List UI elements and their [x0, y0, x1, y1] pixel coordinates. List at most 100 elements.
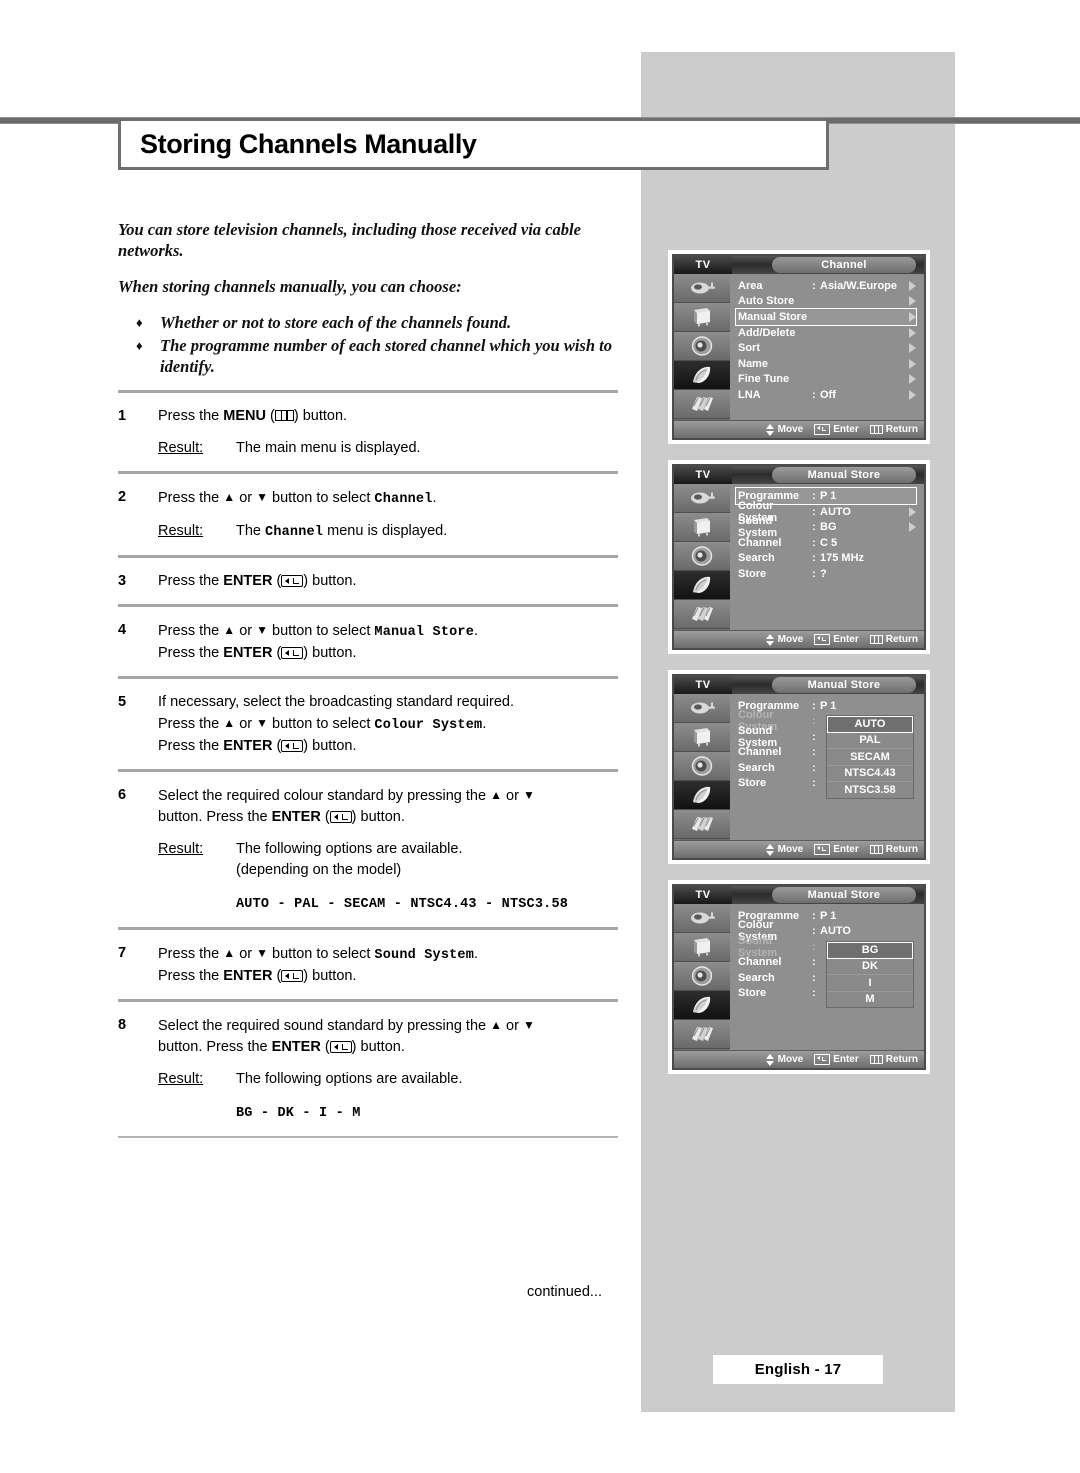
osd-dropdown[interactable]: BG DK I M: [826, 941, 914, 1008]
step-item: 6 Select the required colour standard by…: [118, 772, 618, 927]
osd-row-label: Channel: [738, 536, 782, 549]
setup-icon[interactable]: [674, 361, 730, 390]
pc-icon[interactable]: [674, 1020, 730, 1049]
osd-footer-move[interactable]: Move: [765, 633, 803, 646]
pc-icon[interactable]: [674, 600, 730, 629]
osd-row[interactable]: Search:175 MHz: [738, 551, 916, 567]
osd-row-label: Fine Tune: [738, 373, 790, 386]
osd-row[interactable]: Name: [738, 356, 916, 372]
osd-row-label: Store: [738, 987, 767, 1000]
osd-footer-return[interactable]: Return: [869, 844, 918, 855]
chevron-right-icon: [909, 374, 916, 385]
osd-footer-enter[interactable]: Enter: [814, 424, 859, 435]
osd-footer-move[interactable]: Move: [765, 1053, 803, 1066]
antenna-icon[interactable]: [674, 484, 730, 513]
step-text: Press the: [158, 645, 224, 661]
osd-screenshot-manual-store-sound: TV Manual Store Programme: P 1 Colour System…: [668, 880, 930, 1074]
step-text-end: ) button.: [303, 738, 357, 754]
osd-tab-title: Manual Store: [772, 887, 916, 903]
enter-key-icon: [814, 1054, 831, 1065]
chevron-right-icon: [909, 389, 916, 400]
step-text-end: ) button.: [351, 1039, 405, 1055]
sound-icon[interactable]: [674, 962, 730, 991]
osd-footer-move[interactable]: Move: [765, 423, 803, 436]
sound-icon[interactable]: [674, 542, 730, 571]
step-text: button. Press the: [158, 809, 272, 825]
osd-row-colon: :: [812, 567, 816, 580]
picture-icon[interactable]: [674, 723, 730, 752]
antenna-icon[interactable]: [674, 694, 730, 723]
enter-key-icon: [814, 634, 831, 645]
osd-row[interactable]: LNA: Off: [738, 387, 916, 403]
osd-row-label: Sort: [738, 342, 760, 355]
step-item: 7 Press the ▲ or ▼ button to select Soun…: [118, 930, 618, 999]
dropdown-option[interactable]: BG: [827, 942, 913, 959]
osd-tab-wrap: Manual Store: [732, 886, 924, 904]
osd-screenshot-manual-store-base: TV Manual Store Programme: P 1 Colour System…: [668, 460, 930, 654]
osd-footer-enter[interactable]: Enter: [814, 844, 859, 855]
key-label: ENTER: [223, 645, 273, 661]
osd-dropdown[interactable]: AUTO PAL SECAM NTSC4.43 NTSC3.58: [826, 715, 914, 799]
dropdown-option[interactable]: NTSC4.43: [827, 766, 913, 782]
osd-row-value: Asia/W.Europe: [820, 279, 898, 292]
step-item: 5 If necessary, select the broadcasting …: [118, 679, 618, 769]
dropdown-option[interactable]: DK: [827, 959, 913, 975]
osd-row[interactable]: Manual Store: [735, 308, 917, 326]
intro-bullet-item: ♦ The programme number of each stored ch…: [118, 335, 618, 377]
setup-icon[interactable]: [674, 571, 730, 600]
osd-item-list: Programme: P 1 Colour System: AUTO Sound Sys…: [730, 904, 924, 1050]
step-number: 2: [118, 489, 127, 505]
menu-target-label: Manual Store: [374, 625, 475, 640]
step-text: Press the: [158, 408, 224, 424]
picture-icon[interactable]: [674, 513, 730, 542]
step-text-post: button to select: [268, 946, 375, 962]
antenna-icon[interactable]: [674, 274, 730, 303]
osd-row[interactable]: Channel: C 5: [738, 535, 916, 551]
chevron-right-icon: [909, 280, 916, 291]
osd-row-value: P 1: [820, 909, 837, 922]
steps-list: 1 Press the MENU () button. Result: The …: [118, 390, 618, 1138]
osd-row-colon: :: [812, 279, 816, 292]
antenna-icon[interactable]: [674, 904, 730, 933]
osd-footer-move[interactable]: Move: [765, 843, 803, 856]
menu-key-icon: [869, 425, 883, 434]
pc-icon[interactable]: [674, 810, 730, 839]
step-text-end: ) button.: [293, 408, 348, 424]
step-text: Press the: [158, 716, 224, 732]
dropdown-option[interactable]: NTSC3.58: [827, 782, 913, 798]
osd-row[interactable]: Sound System: BG: [738, 515, 916, 539]
dropdown-option[interactable]: PAL: [827, 733, 913, 749]
osd-row-colon: :: [812, 746, 816, 759]
step-text-mid: or: [235, 623, 257, 639]
chevron-right-icon: [909, 296, 916, 307]
dropdown-option[interactable]: M: [827, 992, 913, 1008]
osd-row[interactable]: Area: Asia/W.Europe: [738, 278, 916, 294]
dropdown-option[interactable]: I: [827, 975, 913, 992]
osd-footer-return[interactable]: Return: [869, 1054, 918, 1065]
osd-row[interactable]: Store:?: [738, 566, 916, 582]
osd-row[interactable]: Fine Tune: [738, 372, 916, 388]
setup-icon[interactable]: [674, 991, 730, 1020]
pc-icon[interactable]: [674, 390, 730, 419]
sound-icon[interactable]: [674, 332, 730, 361]
osd-footer-return[interactable]: Return: [869, 424, 918, 435]
osd-row[interactable]: Add/Delete: [738, 325, 916, 341]
osd-icon-column: [674, 694, 730, 840]
dropdown-option[interactable]: SECAM: [827, 749, 913, 766]
osd-row[interactable]: Sort: [738, 341, 916, 357]
osd-footer-enter[interactable]: Enter: [814, 634, 859, 645]
arrow-down-icon: ▼: [256, 623, 269, 637]
osd-footer-enter[interactable]: Enter: [814, 1054, 859, 1065]
dropdown-option[interactable]: AUTO: [827, 716, 913, 733]
setup-icon[interactable]: [674, 781, 730, 810]
osd-item-list: Programme: P 1 Colour System: Sound System:…: [730, 694, 924, 840]
osd-row-colon: :: [812, 490, 816, 502]
sound-icon[interactable]: [674, 752, 730, 781]
osd-footer-return[interactable]: Return: [869, 634, 918, 645]
arrow-down-icon: ▼: [256, 716, 269, 730]
picture-icon[interactable]: [674, 303, 730, 332]
osd-row[interactable]: Auto Store: [738, 294, 916, 310]
key-label: ENTER: [271, 809, 321, 825]
osd-screenshot-channel-menu: TV Channel Area: Asia/W.Europe Auto Store Man…: [668, 250, 930, 444]
picture-icon[interactable]: [674, 933, 730, 962]
